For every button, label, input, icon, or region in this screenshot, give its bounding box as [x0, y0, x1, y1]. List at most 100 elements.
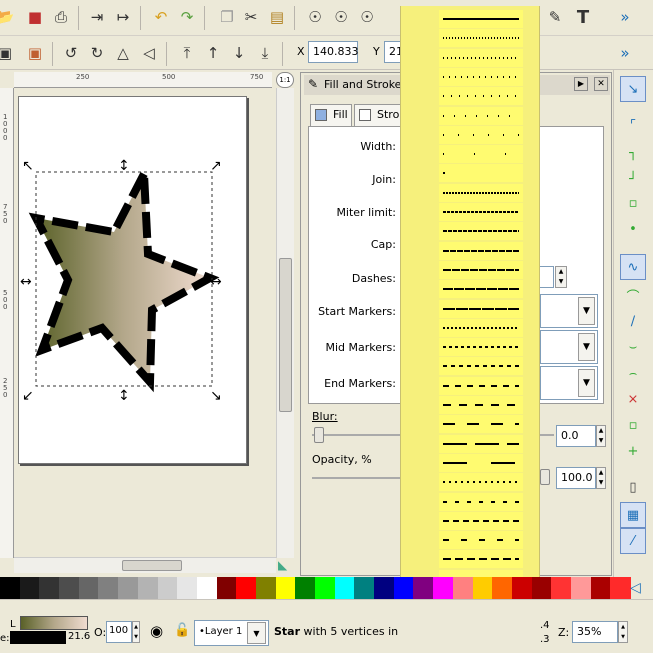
dash-pattern-option[interactable] [439, 280, 523, 299]
palette-swatch[interactable] [236, 577, 257, 599]
tab-fill[interactable]: Fill [310, 104, 352, 126]
snap-path-icon[interactable]: ⌒ [620, 282, 646, 308]
snap-grid-icon[interactable]: ▦ [620, 502, 646, 528]
dash-pattern-option[interactable] [439, 473, 523, 492]
eye-icon[interactable]: ◉ [150, 622, 163, 640]
snap-path-intersection-icon[interactable]: ∕ [620, 308, 646, 334]
vertical-scrollbar[interactable] [276, 88, 294, 558]
dialog-iconify-button[interactable]: ▶ [574, 77, 588, 91]
palette-swatch[interactable] [334, 577, 355, 599]
dash-pattern-option[interactable] [439, 203, 523, 222]
overflow-icon[interactable]: » [614, 42, 636, 64]
raise-to-top-icon[interactable]: ⤒ [176, 42, 198, 64]
zoom-spin[interactable]: ▲ ▼ [618, 621, 628, 643]
palette-swatch[interactable] [216, 577, 237, 599]
open-icon[interactable]: 📂 [0, 6, 16, 28]
chevron-down-icon[interactable]: ▼ [578, 333, 595, 361]
horizontal-scroll-thumb[interactable] [122, 560, 182, 571]
snap-guide-icon[interactable]: ⁄ [620, 528, 646, 554]
vertical-scroll-thumb[interactable] [279, 258, 292, 412]
copy-icon[interactable]: ❐ [216, 6, 238, 28]
dialog-close-button[interactable]: ✕ [594, 77, 608, 91]
star-object[interactable]: ↖ ↕ ↗ ↔ ↔ ↙ ↕ ↘ [14, 150, 239, 400]
palette-swatch[interactable] [177, 577, 198, 599]
snap-bbox-edge-icon[interactable]: ┐ [620, 140, 646, 166]
select-in-all-layers-icon[interactable]: ▣ [24, 42, 46, 64]
dash-pattern-option[interactable] [439, 183, 523, 202]
cut-icon[interactable]: ✂ [240, 6, 262, 28]
palette-swatch[interactable] [570, 577, 592, 599]
zoom-1-1-button[interactable]: 1:1 [276, 72, 294, 88]
snap-bbox-midpoint-icon[interactable]: ▫ [620, 190, 646, 216]
opacity-slider-track[interactable] [312, 477, 404, 479]
vertical-ruler[interactable]: 1000 750 500 250 [0, 88, 14, 558]
dash-pattern-option[interactable] [439, 125, 523, 144]
zoom-page-icon[interactable]: ☉ [356, 6, 378, 28]
lock-icon[interactable]: 🔓 [174, 623, 190, 638]
horizontal-ruler[interactable]: 250 500 750 [14, 72, 272, 88]
palette-swatch[interactable] [590, 577, 611, 599]
palette-swatch[interactable] [551, 577, 572, 599]
rotate-ccw-icon[interactable]: ↺ [60, 42, 82, 64]
palette-swatch[interactable] [78, 577, 99, 599]
palette-swatch[interactable] [0, 577, 21, 599]
opacity-status-spin[interactable]: ▲ ▼ [132, 621, 140, 643]
snap-cusp-nodes-icon[interactable]: ⌣ [620, 334, 646, 360]
dash-pattern-option[interactable] [439, 453, 523, 472]
palette-swatch[interactable] [275, 577, 296, 599]
save-icon[interactable]: ■ [24, 6, 46, 28]
horizontal-scrollbar[interactable] [14, 557, 276, 573]
blur-slider-track-end[interactable] [540, 434, 554, 436]
opacity-status-input[interactable]: 100 [106, 621, 132, 643]
overflow-icon[interactable]: » [614, 6, 636, 28]
palette-swatch[interactable] [196, 577, 218, 599]
undo-icon[interactable]: ↶ [150, 6, 172, 28]
dash-pattern-option[interactable] [439, 434, 523, 453]
palette-swatch[interactable] [610, 577, 631, 599]
opacity-slider-thumb[interactable] [540, 469, 550, 485]
dash-pattern-option[interactable] [439, 48, 523, 67]
snap-bbox-icon[interactable]: ⌜ [620, 112, 646, 138]
dash-pattern-option[interactable] [439, 396, 523, 415]
dash-pattern-option[interactable] [439, 415, 523, 434]
palette-swatch[interactable] [255, 577, 277, 599]
x-coordinate-input[interactable]: 140.833 [308, 41, 359, 63]
dash-pattern-option[interactable] [439, 531, 523, 550]
snap-rotation-center-icon[interactable]: + [620, 438, 646, 464]
paste-icon[interactable]: ▤ [266, 6, 288, 28]
dash-pattern-option[interactable] [439, 511, 523, 530]
dash-pattern-option[interactable] [439, 376, 523, 395]
palette-swatch[interactable] [137, 577, 158, 599]
tab-stroke-paint[interactable]: Stroke [354, 104, 402, 126]
dash-pattern-option[interactable] [439, 357, 523, 376]
raise-icon[interactable]: ↑ [202, 42, 224, 64]
pen-icon[interactable]: ✎ [544, 6, 566, 28]
flip-vertical-icon[interactable]: ◁ [138, 42, 160, 64]
palette-menu-icon[interactable]: ◁ [630, 580, 641, 596]
dash-pattern-option[interactable] [439, 145, 523, 164]
lower-icon[interactable]: ↓ [228, 42, 250, 64]
print-icon[interactable]: ⎙ [50, 6, 72, 28]
opacity-input[interactable]: 100.0 [556, 467, 596, 489]
palette-swatch[interactable] [492, 577, 513, 599]
dash-pattern-option[interactable] [439, 10, 523, 28]
dash-pattern-option[interactable] [439, 67, 523, 86]
text-tool-icon[interactable]: T [572, 6, 594, 28]
palette-swatch[interactable] [39, 577, 60, 599]
snap-page-border-icon[interactable]: ▯ [620, 474, 646, 500]
end-markers-combo[interactable]: ▼ [540, 366, 598, 400]
snap-object-midpoints-icon[interactable]: ▫ [620, 412, 646, 438]
dash-pattern-option[interactable] [439, 164, 523, 183]
snap-nodes-icon[interactable]: ∿ [620, 254, 646, 280]
snap-bbox-center-icon[interactable]: • [620, 216, 646, 242]
rotate-cw-icon[interactable]: ↻ [86, 42, 108, 64]
import-icon[interactable]: ⇥ [86, 6, 108, 28]
chevron-down-icon[interactable]: ▼ [578, 369, 595, 397]
palette-swatch[interactable] [374, 577, 395, 599]
palette-swatch[interactable] [315, 577, 336, 599]
palette-swatch[interactable] [295, 577, 316, 599]
stroke-swatch[interactable] [10, 631, 66, 644]
dash-pattern-option[interactable] [439, 318, 523, 337]
palette-swatch[interactable] [19, 577, 40, 599]
dash-pattern-option[interactable] [439, 338, 523, 357]
